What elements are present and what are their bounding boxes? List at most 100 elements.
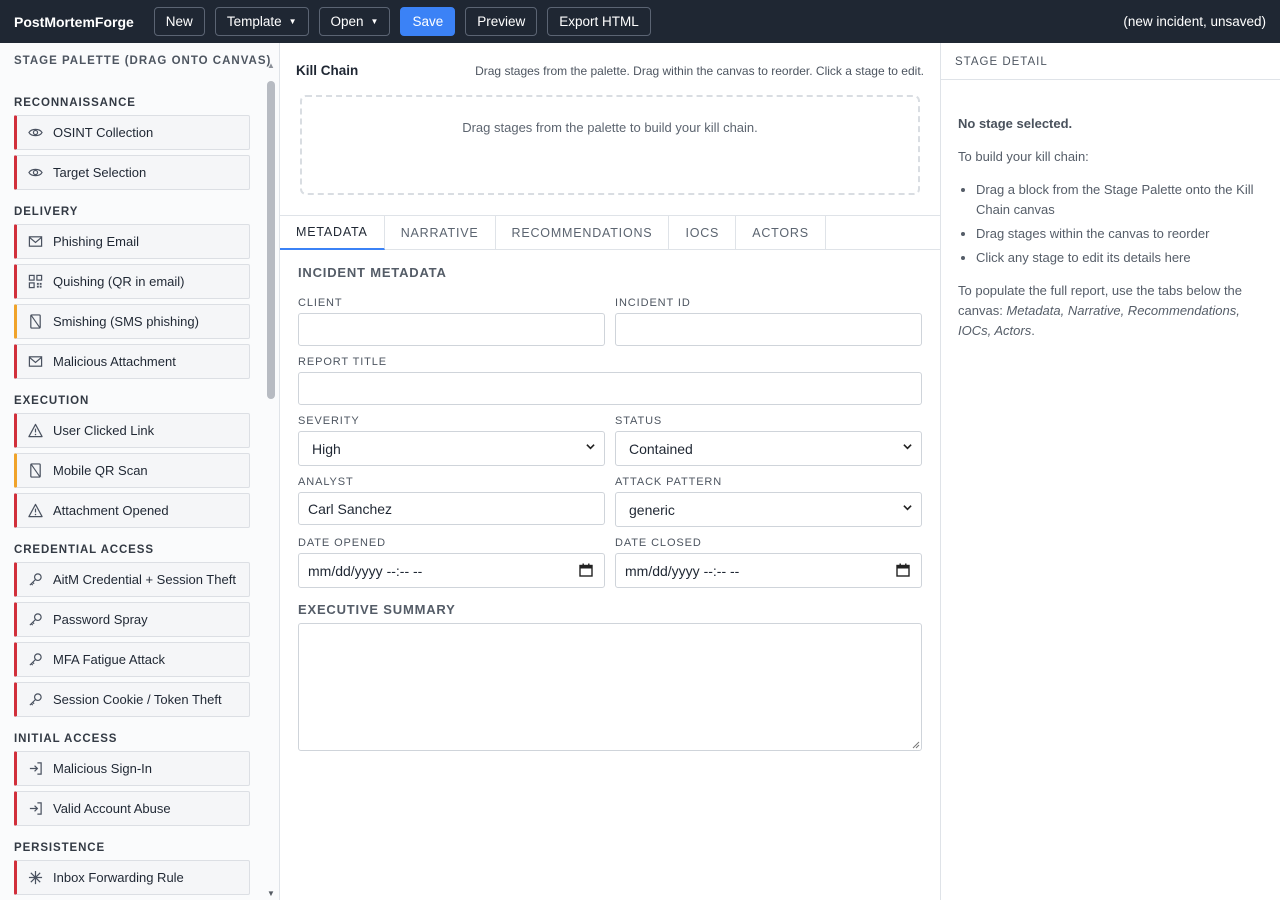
palette-stage-inbox-forwarding-rule[interactable]: Inbox Forwarding Rule xyxy=(14,860,250,895)
tab-iocs[interactable]: IOCS xyxy=(669,216,737,250)
executive-summary-textarea[interactable] xyxy=(298,623,922,751)
kill-chain-canvas[interactable]: Drag stages from the palette to build yo… xyxy=(300,95,920,195)
incident-id-input[interactable] xyxy=(615,313,922,346)
warning-icon xyxy=(27,502,44,519)
tab-metadata[interactable]: METADATA xyxy=(280,216,385,250)
envelope-icon xyxy=(27,233,44,250)
build-step: Click any stage to edit its details here xyxy=(976,248,1263,268)
palette-stage-label: Malicious Attachment xyxy=(53,354,176,369)
stage-detail-body: No stage selected. To build your kill ch… xyxy=(941,80,1280,341)
palette-category-persistence: PERSISTENCE xyxy=(14,842,106,854)
date-closed-label: DATE CLOSED xyxy=(615,537,702,549)
palette-stage-label: Attachment Opened xyxy=(53,503,169,518)
save-button-label: Save xyxy=(412,14,444,29)
attack-pattern-select[interactable]: generic xyxy=(615,492,922,527)
preview-button[interactable]: Preview xyxy=(465,7,538,36)
stage-detail-panel: STAGE DETAIL No stage selected. To build… xyxy=(940,43,1280,900)
palette-stage-osint-collection[interactable]: OSINT Collection xyxy=(14,115,250,150)
calendar-icon[interactable] xyxy=(579,563,593,577)
palette-stage-label: Password Spray xyxy=(53,612,148,627)
palette-category-delivery: DELIVERY xyxy=(14,206,79,218)
palette-stage-phishing-email[interactable]: Phishing Email xyxy=(14,224,250,259)
tab-narrative[interactable]: NARRATIVE xyxy=(385,216,496,250)
caret-down-icon: ▼ xyxy=(370,17,379,26)
save-button[interactable]: Save xyxy=(400,7,456,36)
palette-stage-password-spray[interactable]: Password Spray xyxy=(14,602,250,637)
stage-detail-title: STAGE DETAIL xyxy=(941,43,1280,80)
attack-pattern-value: generic xyxy=(629,501,675,518)
sign-in-icon xyxy=(27,800,44,817)
analyst-value: Carl Sanchez xyxy=(308,500,393,517)
palette-stage-attachment-opened[interactable]: Attachment Opened xyxy=(14,493,250,528)
client-input[interactable] xyxy=(298,313,605,346)
stage-palette: STAGE PALETTE (DRAG ONTO CANVAS) RECONNA… xyxy=(0,43,280,900)
report-title-label: REPORT TITLE xyxy=(298,356,388,368)
palette-stage-session-cookie-token-theft[interactable]: Session Cookie / Token Theft xyxy=(14,682,250,717)
palette-stage-smishing-sms-phishing[interactable]: Smishing (SMS phishing) xyxy=(14,304,250,339)
open-dropdown[interactable]: Open ▼ xyxy=(318,7,391,36)
date-opened-label: DATE OPENED xyxy=(298,537,386,549)
palette-stage-label: Smishing (SMS phishing) xyxy=(53,314,199,329)
date-closed-input[interactable]: mm/dd/yyyy --:-- -- xyxy=(615,553,922,588)
palette-stage-user-clicked-link[interactable]: User Clicked Link xyxy=(14,413,250,448)
palette-stage-label: Inbox Forwarding Rule xyxy=(53,870,184,885)
palette-stage-mfa-fatigue-attack[interactable]: MFA Fatigue Attack xyxy=(14,642,250,677)
palette-stage-label: MFA Fatigue Attack xyxy=(53,652,165,667)
palette-stage-mobile-qr-scan[interactable]: Mobile QR Scan xyxy=(14,453,250,488)
palette-stage-label: Quishing (QR in email) xyxy=(53,274,185,289)
client-label: CLIENT xyxy=(298,297,343,309)
chevron-down-icon xyxy=(586,444,595,450)
palette-stage-valid-account-abuse[interactable]: Valid Account Abuse xyxy=(14,791,250,826)
palette-stage-malicious-attachment[interactable]: Malicious Attachment xyxy=(14,344,250,379)
report-title-input[interactable] xyxy=(298,372,922,405)
severity-label: SEVERITY xyxy=(298,415,360,427)
export-html-button-label: Export HTML xyxy=(559,14,639,29)
warning-icon xyxy=(27,422,44,439)
key-icon xyxy=(27,691,44,708)
new-button-label: New xyxy=(165,14,193,29)
palette-stage-label: Target Selection xyxy=(53,165,147,180)
palette-scrollbar[interactable]: ▲ ▼ xyxy=(266,61,276,900)
caret-down-icon: ▼ xyxy=(288,17,297,26)
new-button[interactable]: New xyxy=(153,7,205,36)
kill-chain-empty-text: Drag stages from the palette to build yo… xyxy=(462,120,758,135)
executive-summary-label: EXECUTIVE SUMMARY xyxy=(298,602,456,617)
document-status: (new incident, unsaved) xyxy=(1123,14,1266,29)
envelope-icon xyxy=(27,353,44,370)
palette-category-execution: EXECUTION xyxy=(14,395,90,407)
export-html-button[interactable]: Export HTML xyxy=(547,7,651,36)
top-toolbar: PostMortemForge New Template ▼ Open ▼ Save… xyxy=(0,0,1280,43)
populate-report-text: To populate the full report, use the tab… xyxy=(958,281,1263,341)
date-closed-value: mm/dd/yyyy --:-- -- xyxy=(625,562,740,579)
status-select[interactable]: Contained xyxy=(615,431,922,466)
palette-stage-label: Phishing Email xyxy=(53,234,139,249)
phone-icon xyxy=(27,462,44,479)
analyst-input[interactable]: Carl Sanchez xyxy=(298,492,605,525)
palette-stage-label: Valid Account Abuse xyxy=(53,801,171,816)
incident-id-label: INCIDENT ID xyxy=(615,297,691,309)
palette-stage-target-selection[interactable]: Target Selection xyxy=(14,155,250,190)
populate-report-end: . xyxy=(1031,323,1035,338)
palette-stage-aitm-credential-session-theft[interactable]: AitM Credential + Session Theft xyxy=(14,562,250,597)
palette-stage-label: Mobile QR Scan xyxy=(53,463,148,478)
scroll-up-arrow-icon[interactable]: ▲ xyxy=(267,61,275,70)
palette-stage-label: OSINT Collection xyxy=(53,125,154,140)
status-label: STATUS xyxy=(615,415,663,427)
chevron-down-icon xyxy=(903,444,912,450)
tab-recommendations[interactable]: RECOMMENDATIONS xyxy=(496,216,670,250)
scrollbar-thumb[interactable] xyxy=(267,81,275,399)
calendar-icon[interactable] xyxy=(896,563,910,577)
palette-stage-malicious-sign-in[interactable]: Malicious Sign-In xyxy=(14,751,250,786)
date-opened-input[interactable]: mm/dd/yyyy --:-- -- xyxy=(298,553,605,588)
severity-select[interactable]: High xyxy=(298,431,605,466)
app-brand: PostMortemForge xyxy=(14,13,134,30)
key-icon xyxy=(27,651,44,668)
template-dropdown[interactable]: Template ▼ xyxy=(214,7,309,36)
build-intro-text: To build your kill chain: xyxy=(958,149,1089,164)
scroll-down-arrow-icon[interactable]: ▼ xyxy=(267,889,275,898)
kill-chain-hint: Drag stages from the palette. Drag withi… xyxy=(475,64,924,78)
palette-stage-quishing-qr-in-email[interactable]: Quishing (QR in email) xyxy=(14,264,250,299)
tab-actors[interactable]: ACTORS xyxy=(736,216,826,250)
sign-in-icon xyxy=(27,760,44,777)
resize-grip-icon[interactable] xyxy=(912,741,920,749)
